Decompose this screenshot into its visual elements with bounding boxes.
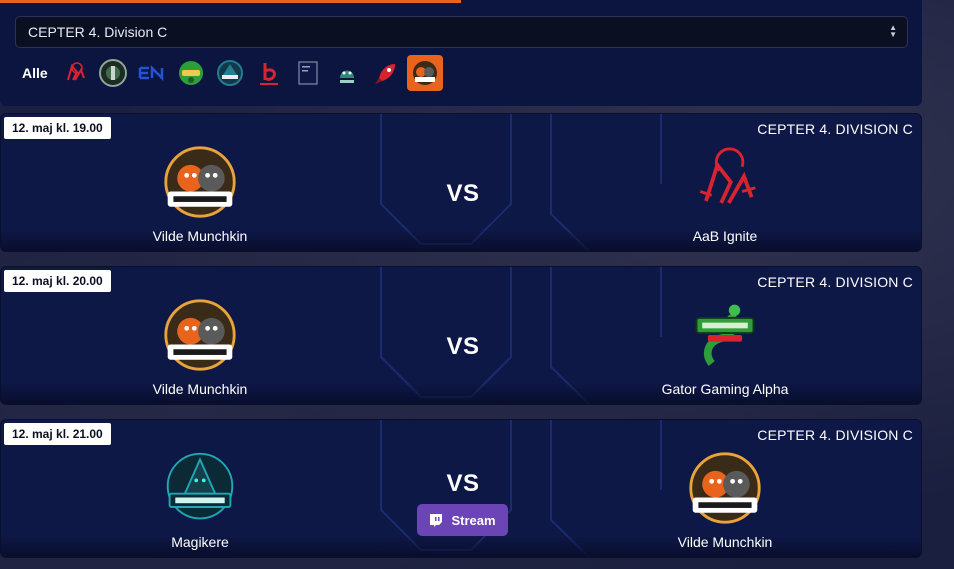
gator-gaming-logo	[685, 295, 765, 375]
home-team[interactable]: Vilde Munchkin	[90, 142, 310, 244]
twitch-icon	[430, 514, 443, 527]
green-crest-icon[interactable]	[95, 55, 131, 91]
vilde-katte-logo	[160, 142, 240, 222]
match-card[interactable]: 12. maj kl. 19.00 CEPTER 4. DIVISION C V…	[0, 113, 922, 252]
match-card[interactable]: 12. maj kl. 21.00 CEPTER 4. DIVISION C M…	[0, 419, 922, 558]
red-b-icon[interactable]	[251, 55, 287, 91]
division-select[interactable]: CEPTER 4. Division C ▲ ▼	[15, 16, 908, 48]
away-team[interactable]: AaB Ignite	[615, 142, 835, 244]
rocket-icon[interactable]	[368, 55, 404, 91]
document-logo-icon[interactable]	[290, 55, 326, 91]
home-team-name: Vilde Munchkin	[152, 228, 248, 244]
match-date: 12. maj kl. 21.00	[4, 423, 111, 445]
filter-panel: CEPTER 4. Division C ▲ ▼ Alle	[0, 0, 922, 106]
home-team[interactable]: Magikere	[90, 448, 310, 550]
division-select-value: CEPTER 4. Division C	[28, 24, 168, 40]
dragon-icon[interactable]	[329, 55, 365, 91]
match-division: CEPTER 4. DIVISION C	[757, 427, 913, 443]
aab-ignite-icon[interactable]	[56, 55, 92, 91]
vilde-katte-logo	[160, 295, 240, 375]
magikere-logo	[160, 448, 240, 528]
vs-label: VS	[446, 180, 480, 207]
tab-indicator	[0, 0, 461, 3]
vs-label: VS	[446, 333, 480, 360]
away-team-name: Gator Gaming Alpha	[661, 381, 789, 397]
stream-button-label: Stream	[451, 512, 496, 528]
vs-label: VS	[446, 470, 480, 497]
gator-gaming-icon[interactable]	[173, 55, 209, 91]
away-team[interactable]: Vilde Munchkin	[615, 448, 835, 550]
aab-ignite-logo	[685, 142, 765, 222]
match-division: CEPTER 4. DIVISION C	[757, 121, 913, 137]
match-card[interactable]: 12. maj kl. 20.00 CEPTER 4. DIVISION C V…	[0, 266, 922, 405]
vilde-katte-logo	[685, 448, 765, 528]
match-date: 12. maj kl. 19.00	[4, 117, 111, 139]
team-filter-bar: Alle	[22, 55, 446, 91]
stream-button[interactable]: Stream	[417, 504, 508, 536]
vilde-katte-icon[interactable]	[406, 55, 443, 91]
select-chevron-icon: ▲ ▼	[889, 23, 897, 39]
home-team-name: Vilde Munchkin	[152, 381, 248, 397]
en-logo-icon[interactable]	[134, 55, 170, 91]
away-team-name: AaB Ignite	[692, 228, 758, 244]
home-team-name: Magikere	[171, 534, 229, 550]
match-division: CEPTER 4. DIVISION C	[757, 274, 913, 290]
home-team[interactable]: Vilde Munchkin	[90, 295, 310, 397]
away-team[interactable]: Gator Gaming Alpha	[615, 295, 835, 397]
away-team-name: Vilde Munchkin	[677, 534, 773, 550]
match-date: 12. maj kl. 20.00	[4, 270, 111, 292]
filter-all-button[interactable]: Alle	[22, 65, 48, 81]
magikere-icon[interactable]	[212, 55, 248, 91]
